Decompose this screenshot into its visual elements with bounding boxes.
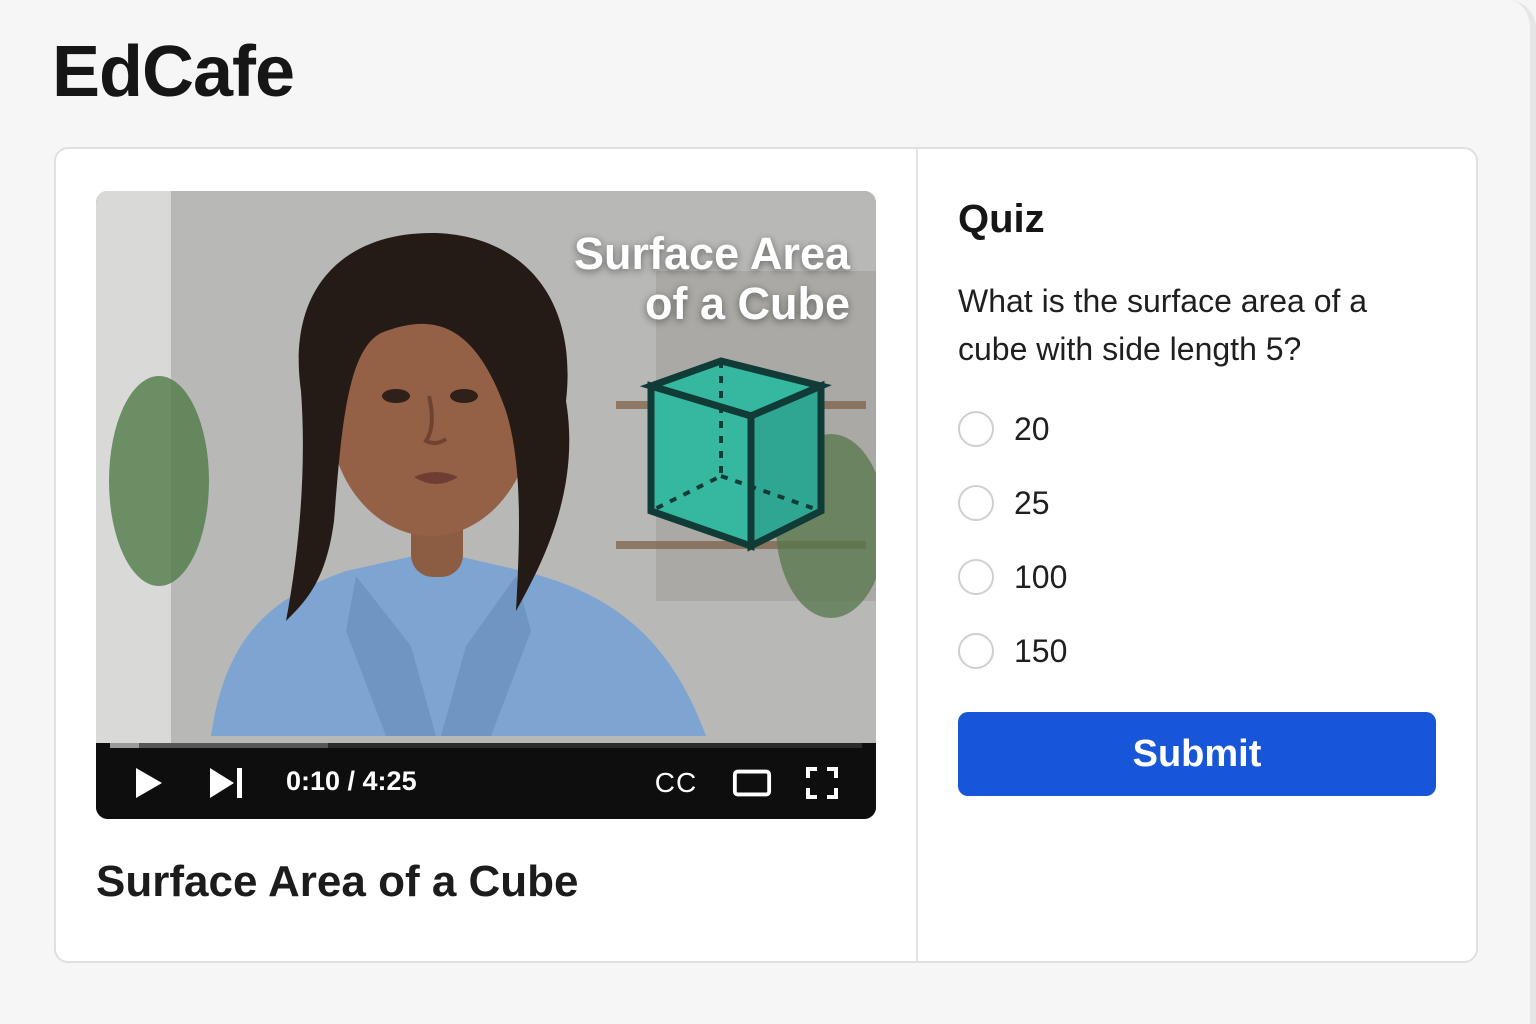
- theater-mode-button[interactable]: [732, 765, 772, 801]
- captions-button[interactable]: CC: [654, 765, 698, 801]
- theater-mode-icon: [732, 769, 772, 797]
- video-play-progress: [110, 743, 139, 748]
- play-button[interactable]: [128, 765, 168, 801]
- cube-illustration-icon: [639, 357, 832, 552]
- video-control-bar: 0:10 / 4:25 CC: [96, 743, 876, 819]
- fullscreen-icon: [806, 767, 838, 799]
- captions-icon: CC: [654, 767, 698, 798]
- quiz-option-label: 20: [1014, 410, 1050, 447]
- play-icon: [136, 768, 162, 798]
- card-divider: [916, 149, 918, 961]
- quiz-option-label: 25: [1014, 484, 1050, 521]
- video-buffer-progress: [110, 743, 329, 748]
- radio-icon[interactable]: [958, 559, 994, 595]
- fullscreen-button[interactable]: [802, 765, 842, 801]
- radio-icon[interactable]: [958, 485, 994, 521]
- next-button[interactable]: [206, 765, 246, 801]
- video-overlay-title: Surface Area of a Cube: [574, 228, 850, 330]
- video-title: Surface Area of a Cube: [96, 857, 579, 906]
- quiz-option-label: 150: [1014, 632, 1068, 669]
- quiz-option-25[interactable]: 25: [958, 481, 1050, 525]
- app-title: EdCafe: [52, 32, 295, 112]
- quiz-option-label: 100: [1014, 558, 1068, 595]
- video-player[interactable]: Surface Area of a Cube 0:10 / 4:25 CC: [96, 191, 876, 819]
- quiz-question: What is the surface area of a cube with …: [958, 283, 1368, 367]
- video-overlay-title-line2: of a Cube: [644, 278, 850, 330]
- video-time-readout: 0:10 / 4:25: [286, 766, 417, 796]
- radio-icon[interactable]: [958, 411, 994, 447]
- video-overlay-title-line1: Surface Area: [574, 228, 850, 279]
- quiz-option-150[interactable]: 150: [958, 629, 1067, 673]
- radio-icon[interactable]: [958, 633, 994, 669]
- app-shell: EdCafe Surface Area of a Cube 0:10 / 4:2…: [0, 0, 1536, 1024]
- submit-button[interactable]: Submit: [958, 712, 1436, 796]
- video-progress-bar[interactable]: [110, 743, 862, 748]
- quiz-option-20[interactable]: 20: [958, 407, 1050, 451]
- video-frame[interactable]: Surface Area of a Cube: [96, 191, 876, 743]
- quiz-title: Quiz: [958, 197, 1045, 241]
- skip-next-icon: [210, 768, 242, 798]
- lesson-card: Surface Area of a Cube 0:10 / 4:25 CC Su…: [54, 147, 1478, 963]
- quiz-option-100[interactable]: 100: [958, 555, 1067, 599]
